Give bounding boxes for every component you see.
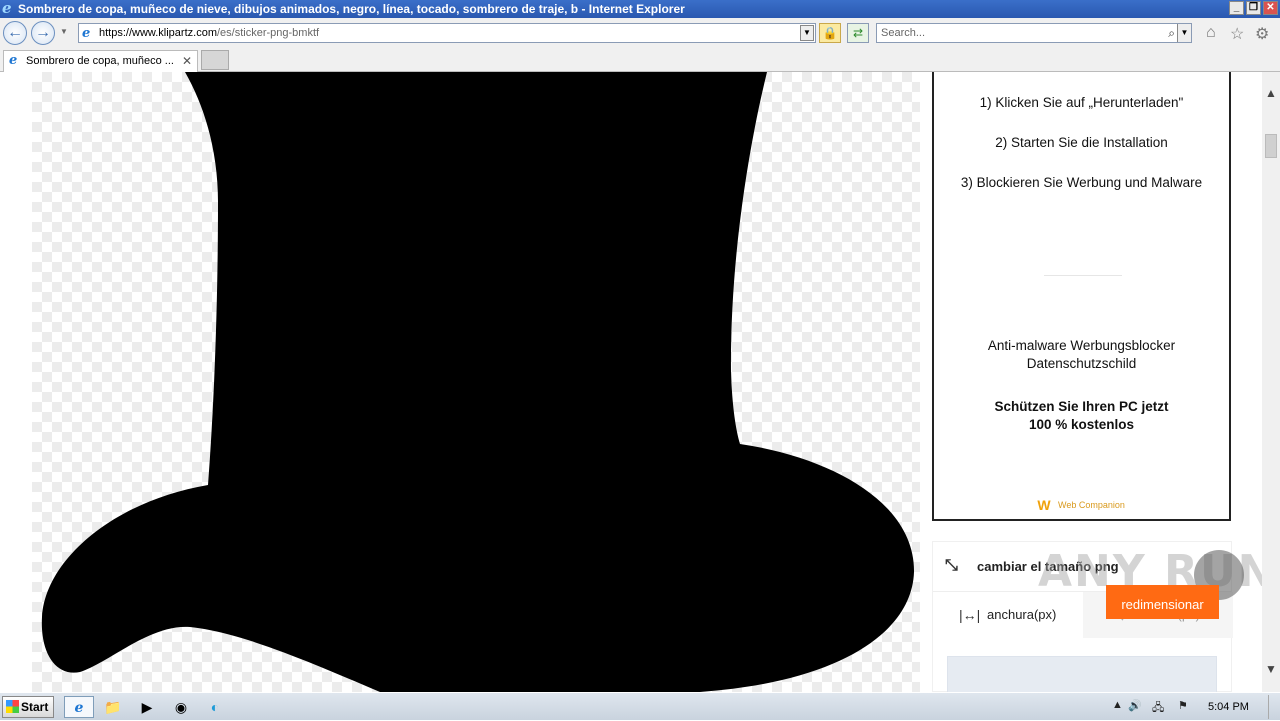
search-icon[interactable]: ⌕ [1168, 24, 1175, 42]
ad-cta-2: 100 % kostenlos [1028, 417, 1135, 432]
tray-network-icon[interactable]: 🖧 [1152, 699, 1164, 718]
taskbar-clock[interactable]: 5:04 PM [1208, 693, 1249, 721]
minimize-button[interactable]: _ [1229, 1, 1244, 15]
tray-flag-icon[interactable]: ⚑ [1178, 699, 1188, 712]
ad-brand[interactable]: W Web Companion [1034, 497, 1125, 513]
show-desktop-button[interactable] [1268, 695, 1278, 719]
navigation-toolbar: ← → ▼ e https://www.klipartz.com/es/stic… [0, 18, 1280, 48]
scroll-down-icon[interactable]: ▼ [1265, 662, 1277, 676]
taskbar-ie-icon[interactable]: e [64, 696, 94, 718]
taskbar-media-player-icon[interactable]: ▶ [132, 696, 162, 718]
web-page: 1) Klicken Sie auf „Herunterladen" 2) St… [0, 72, 1262, 692]
tab-bar: e Sombrero de copa, muñeco ... ✕ [0, 48, 1280, 72]
back-button[interactable]: ← [3, 21, 27, 45]
ad-step-1: 1) Klicken Sie auf „Herunterladen" [979, 95, 1184, 110]
windows-logo-icon [6, 700, 19, 713]
web-companion-logo-icon: W [1037, 497, 1051, 513]
gear-icon[interactable]: ⚙ [1255, 24, 1269, 44]
tab-close-icon[interactable]: ✕ [182, 51, 192, 71]
tray-volume-icon[interactable]: 🔊 [1128, 699, 1142, 712]
search-dropdown-icon[interactable]: ▼ [1177, 24, 1191, 42]
start-button[interactable]: Start [2, 696, 54, 718]
close-button[interactable]: ✕ [1263, 1, 1278, 15]
window-titlebar: e Sombrero de copa, muñeco de nieve, dib… [0, 0, 1280, 18]
address-host: https://www.klipartz.com [99, 27, 217, 39]
site-ie-icon: e [82, 26, 91, 41]
new-tab-button[interactable] [201, 50, 229, 70]
start-label: Start [21, 700, 49, 714]
ad-step-2: 2) Starten Sie die Installation [995, 135, 1168, 150]
tab-ie-icon: e [9, 53, 18, 68]
address-path: /es/sticker-png-bmktf [216, 27, 320, 39]
favorites-star-icon[interactable]: ☆ [1230, 24, 1244, 44]
home-icon[interactable]: ⌂ [1206, 24, 1216, 42]
search-input[interactable]: Search... ⌕ ▼ [876, 23, 1192, 43]
scrollbar-thumb[interactable] [1265, 134, 1277, 158]
lock-icon[interactable]: 🔒 [819, 23, 841, 43]
ad-step-3: 3) Blockieren Sie Werbung und Malware [960, 175, 1203, 190]
window-title: Sombrero de copa, muñeco de nieve, dibuj… [18, 2, 685, 16]
taskbar-edge-icon[interactable]: ◐ [200, 696, 230, 718]
taskbar: Start e 📁 ▶ ◉ ◐ ▲ 🔊 🖧 ⚑ 5:04 PM [0, 692, 1280, 720]
tab-width-label: anchura(px) [987, 607, 1057, 622]
scroll-up-icon[interactable]: ▲ [1265, 86, 1277, 100]
search-placeholder: Search... [881, 27, 926, 39]
size-input[interactable] [947, 656, 1217, 692]
taskbar-explorer-icon[interactable]: 📁 [98, 696, 128, 718]
restore-button[interactable]: ❐ [1246, 1, 1261, 15]
address-bar[interactable]: e https://www.klipartz.com/es/sticker-pn… [78, 23, 816, 43]
width-arrows-icon: |↔| [959, 607, 981, 623]
history-dropdown-icon[interactable]: ▼ [60, 27, 68, 36]
ad-divider [1044, 275, 1122, 276]
resize-button[interactable]: redimensionar [1106, 585, 1219, 619]
advertisement-panel[interactable]: 1) Klicken Sie auf „Herunterladen" 2) St… [932, 72, 1231, 521]
top-hat-image [41, 72, 915, 692]
internet-explorer-icon: e [2, 0, 12, 17]
ad-cta-1: Schützen Sie Ihren PC jetzt [994, 399, 1169, 414]
resize-icon: ⤡ [945, 557, 958, 574]
taskbar-chrome-icon[interactable]: ◉ [166, 696, 196, 718]
ad-tagline-2: Datenschutzschild [1026, 356, 1137, 371]
tab-active[interactable]: e Sombrero de copa, muñeco ... ✕ [3, 50, 198, 72]
refresh-icon[interactable]: ⇄ [847, 23, 869, 43]
ad-brand-label: Web Companion [1058, 500, 1125, 510]
tray-expand-icon[interactable]: ▲ [1112, 699, 1123, 711]
tab-label: Sombrero de copa, muñeco ... [26, 55, 174, 67]
vertical-scrollbar[interactable]: ▲ ▼ [1262, 72, 1280, 692]
forward-button[interactable]: → [31, 21, 55, 45]
address-dropdown-icon[interactable]: ▼ [800, 25, 814, 41]
ad-tagline-1: Anti-malware Werbungsblocker [987, 338, 1176, 353]
tab-width[interactable]: |↔| anchura(px) [933, 592, 1083, 638]
